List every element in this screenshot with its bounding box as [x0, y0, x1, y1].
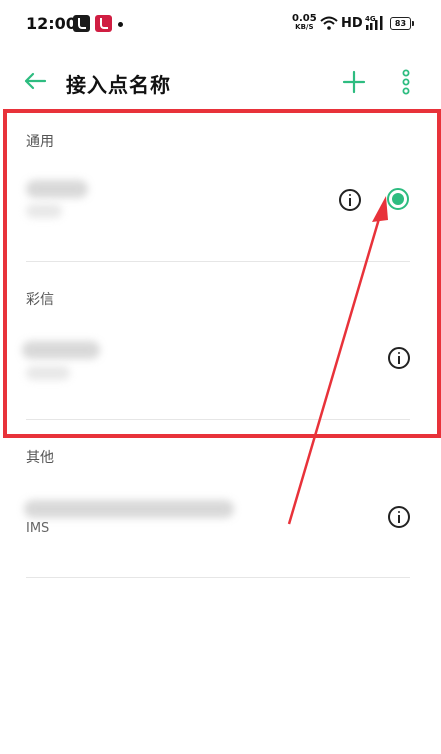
wifi-icon — [320, 16, 338, 30]
plus-icon[interactable] — [340, 68, 368, 96]
tiktok-lite-icon — [95, 15, 112, 32]
info-icon[interactable] — [388, 506, 410, 528]
app-bar: 接入点名称 — [0, 56, 441, 108]
hd-indicator: HD — [341, 16, 363, 31]
page-title: 接入点名称 — [66, 73, 171, 97]
network-speed: 0.05 KB/S — [292, 13, 317, 32]
battery-icon: 83 — [390, 17, 414, 30]
divider — [26, 577, 410, 578]
apn-subtitle: IMS — [26, 521, 50, 536]
highlight-box — [3, 109, 441, 438]
status-bar: 12:00 0.05 KB/S HD 4G 83 — [0, 0, 441, 50]
section-label-other: 其他 — [26, 450, 54, 466]
more-vertical-icon[interactable] — [397, 67, 415, 97]
arrow-left-icon[interactable] — [22, 68, 48, 94]
tiktok-icon — [73, 15, 90, 32]
notification-dot-icon — [118, 22, 123, 27]
signal-icon: 4G — [365, 15, 383, 30]
svg-text:4G: 4G — [365, 15, 376, 23]
apn-name-redacted — [24, 500, 234, 518]
status-time: 12:00 — [26, 14, 77, 33]
